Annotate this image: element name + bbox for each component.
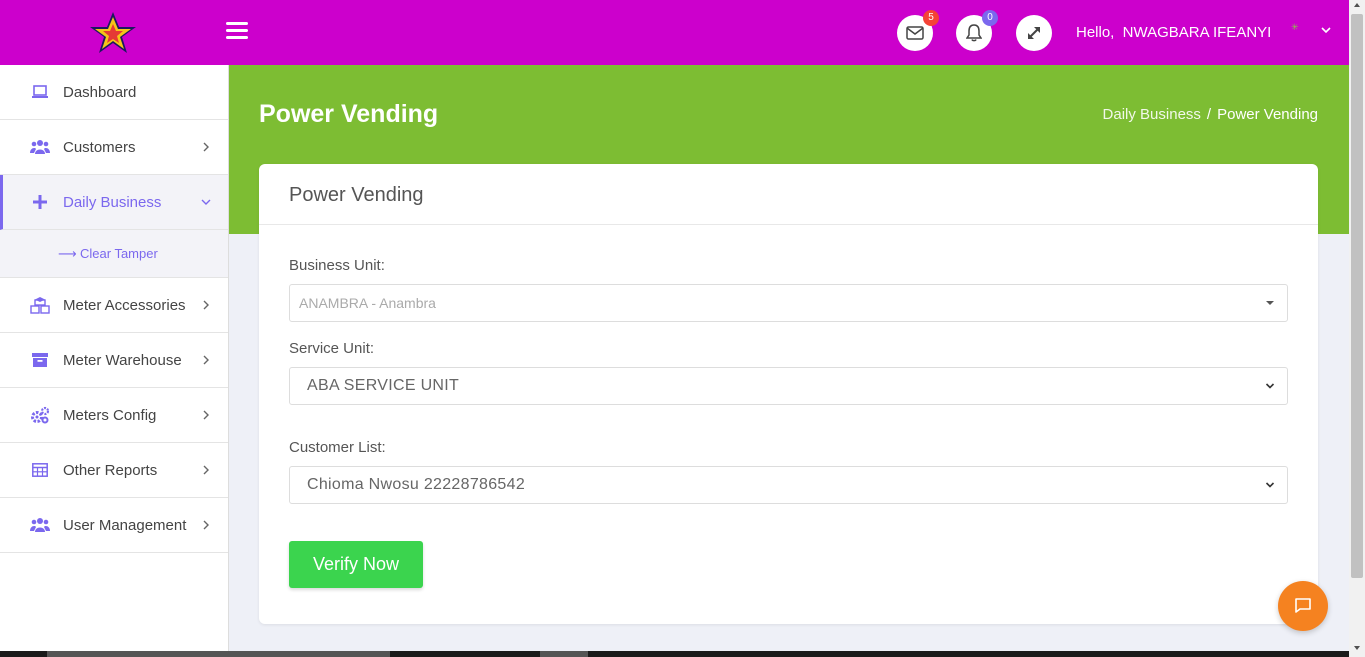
chevron-down-icon xyxy=(201,199,211,205)
chevron-right-icon xyxy=(203,465,209,475)
users-icon xyxy=(30,515,50,535)
breadcrumb-link-daily-business[interactable]: Daily Business xyxy=(1103,106,1201,123)
bell-icon xyxy=(966,24,982,42)
chevron-right-icon xyxy=(203,520,209,530)
sidebar-item-label: Customers xyxy=(63,138,136,156)
business-unit-label: Business Unit: xyxy=(289,257,385,274)
sidebar-item-meter-warehouse[interactable]: Meter Warehouse xyxy=(0,333,228,388)
cubes-icon xyxy=(30,295,50,315)
chevron-down-icon xyxy=(1265,383,1275,389)
sidebar-item-customers[interactable]: Customers xyxy=(0,120,228,175)
sidebar-subitem-clear-tamper[interactable]: ⟶ Clear Tamper xyxy=(0,230,228,278)
breadcrumb-current: Power Vending xyxy=(1217,106,1318,123)
page-title: Power Vending xyxy=(259,100,439,128)
service-unit-value: ABA SERVICE UNIT xyxy=(307,377,460,394)
user-greeting[interactable]: Hello, NWAGBARA IFEANYI xyxy=(1076,24,1271,41)
bottom-bar-segment xyxy=(47,651,390,657)
bottom-bar xyxy=(0,651,1349,657)
users-icon xyxy=(30,137,50,157)
sidebar-item-other-reports[interactable]: Other Reports xyxy=(0,443,228,498)
chat-button[interactable] xyxy=(1278,581,1328,631)
menu-toggle-icon[interactable] xyxy=(226,22,248,42)
scrollbar-thumb[interactable] xyxy=(1351,14,1363,578)
sidebar-item-label: Dashboard xyxy=(63,83,137,101)
notifications-button[interactable]: 0 xyxy=(956,10,998,51)
sidebar-item-dashboard[interactable]: Dashboard xyxy=(0,65,228,120)
sidebar-item-label: User Management xyxy=(63,516,187,534)
chevron-down-icon[interactable] xyxy=(1320,26,1332,34)
caret-down-icon xyxy=(1266,301,1274,305)
customer-list-value: Chioma Nwosu 22228786542 xyxy=(307,476,526,493)
top-bar: 5 0 Hello, NWAGBARA IFEANYI ✳ xyxy=(0,0,1349,65)
sidebar-item-label: Meter Warehouse xyxy=(63,351,182,369)
card-title: Power Vending xyxy=(259,164,1318,225)
chevron-down-icon xyxy=(1265,482,1275,488)
archive-icon xyxy=(30,350,50,370)
sidebar-item-user-management[interactable]: User Management xyxy=(0,498,228,553)
arrow-right-icon: ⟶ xyxy=(58,245,77,261)
chevron-right-icon xyxy=(203,300,209,310)
sidebar-item-meter-accessories[interactable]: Meter Accessories xyxy=(0,278,228,333)
envelope-icon xyxy=(906,26,924,40)
chat-icon xyxy=(1295,598,1311,613)
sidebar-subitem-label: Clear Tamper xyxy=(80,246,158,261)
mail-button[interactable]: 5 xyxy=(897,10,939,51)
plus-icon xyxy=(30,192,50,212)
laptop-icon xyxy=(30,82,50,102)
sidebar-item-label: Daily Business xyxy=(63,193,162,211)
customer-list-label: Customer List: xyxy=(289,439,386,456)
scroll-down-icon[interactable] xyxy=(1353,645,1361,651)
star-logo[interactable] xyxy=(88,10,138,56)
chevron-right-icon xyxy=(203,410,209,420)
expand-icon xyxy=(1028,27,1040,39)
sidebar-item-label: Meter Accessories xyxy=(63,296,186,314)
business-unit-select[interactable]: ANAMBRA - Anambra xyxy=(289,284,1288,322)
breadcrumb-separator: / xyxy=(1206,106,1212,123)
power-vending-card: Power Vending Business Unit: ANAMBRA - A… xyxy=(259,164,1318,624)
service-unit-label: Service Unit: xyxy=(289,340,375,357)
online-status-icon: ✳ xyxy=(1291,22,1299,32)
table-icon xyxy=(30,460,50,480)
scroll-up-icon[interactable] xyxy=(1353,2,1361,8)
cogs-icon xyxy=(30,405,50,425)
sidebar: Dashboard Customers Daily Business ⟶ Cle… xyxy=(0,65,229,657)
service-unit-select[interactable]: ABA SERVICE UNIT xyxy=(289,367,1288,405)
sidebar-item-meters-config[interactable]: Meters Config xyxy=(0,388,228,443)
chevron-right-icon xyxy=(203,355,209,365)
notification-badge: 0 xyxy=(982,10,998,26)
bottom-bar-segment xyxy=(540,651,588,657)
customer-list-select[interactable]: Chioma Nwosu 22228786542 xyxy=(289,466,1288,504)
sidebar-item-label: Other Reports xyxy=(63,461,158,479)
chevron-right-icon xyxy=(203,142,209,152)
mail-badge: 5 xyxy=(923,10,939,26)
verify-now-button[interactable]: Verify Now xyxy=(289,541,423,588)
sidebar-item-daily-business[interactable]: Daily Business xyxy=(0,175,228,230)
vertical-scrollbar[interactable] xyxy=(1349,0,1365,657)
fullscreen-button[interactable] xyxy=(1016,15,1052,51)
business-unit-value: ANAMBRA - Anambra xyxy=(299,295,436,311)
breadcrumb: Daily Business / Power Vending xyxy=(1103,106,1318,123)
sidebar-item-label: Meters Config xyxy=(63,406,157,424)
